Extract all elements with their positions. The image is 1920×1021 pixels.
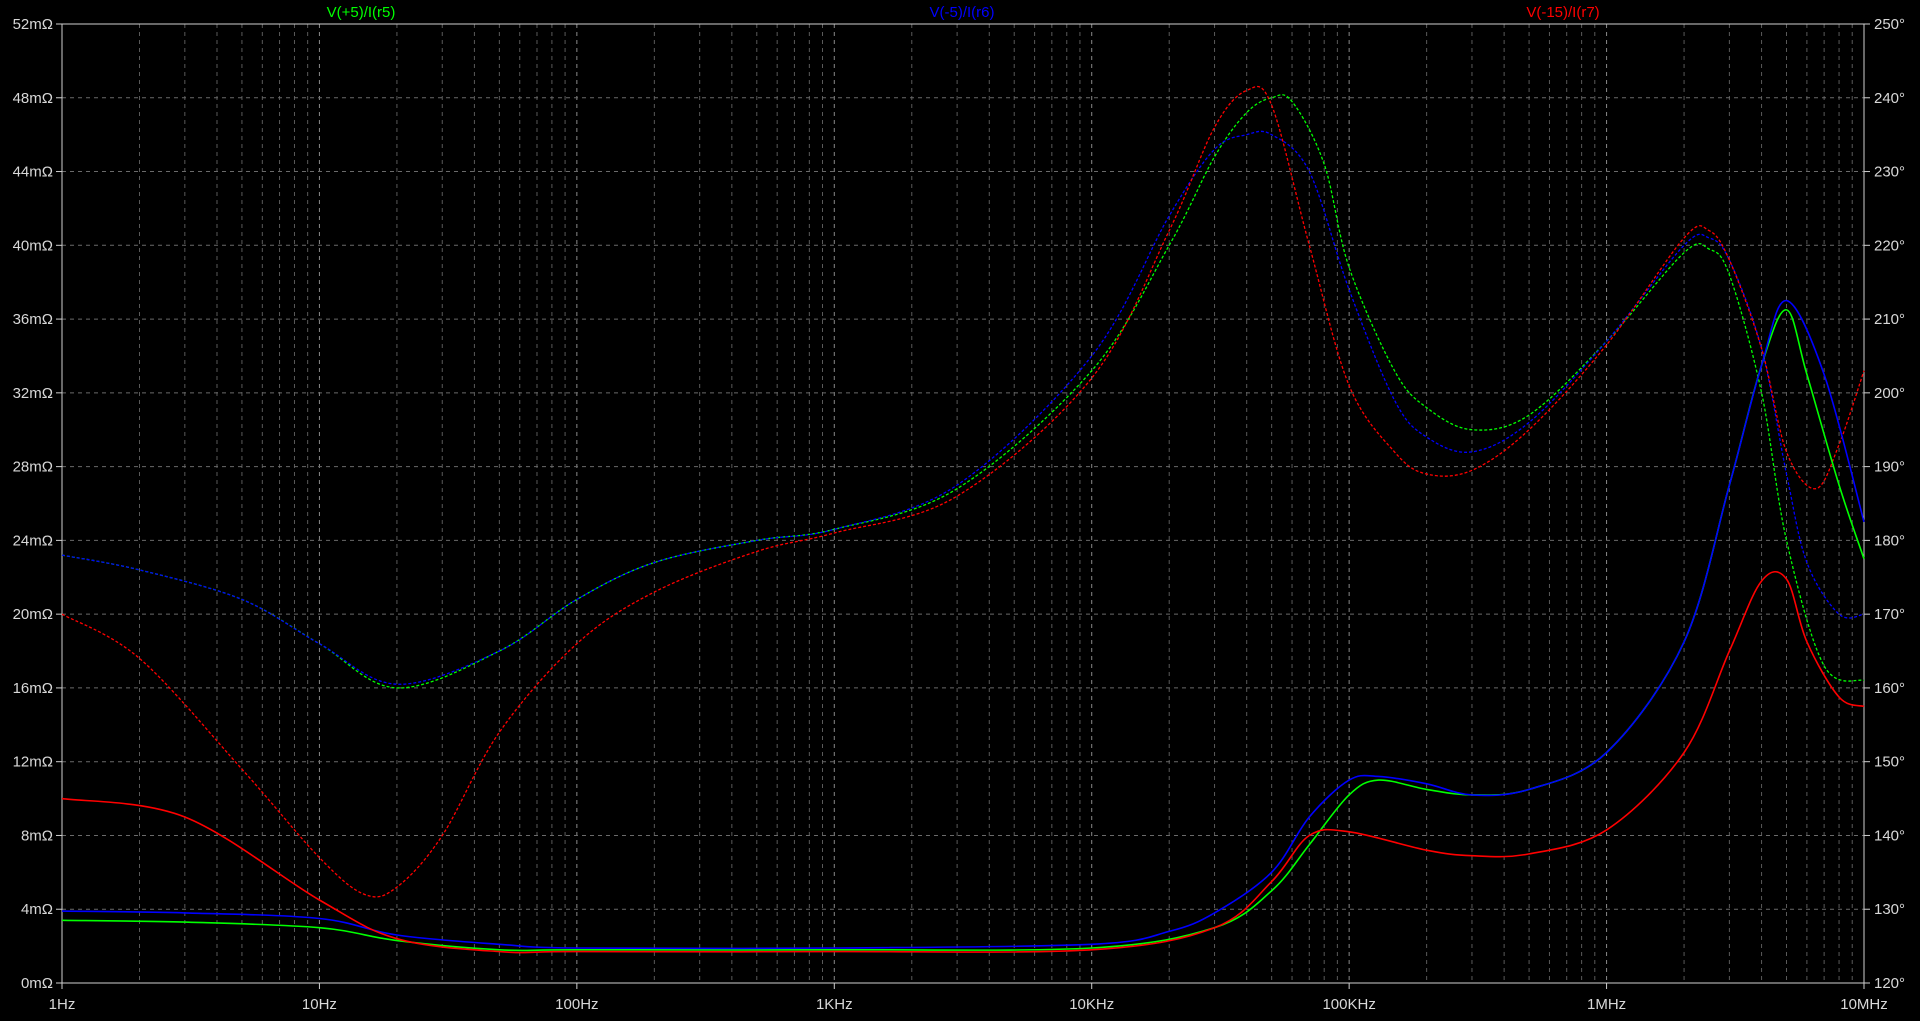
right-tick-label: 130° (1874, 901, 1905, 918)
left-tick-label: 48mΩ (13, 90, 53, 107)
right-tick-label: 240° (1874, 90, 1905, 107)
x-tick-label: 100Hz (555, 996, 598, 1013)
x-tick-label: 100KHz (1322, 996, 1375, 1013)
right-tick-label: 170° (1874, 606, 1905, 623)
left-tick-label: 32mΩ (13, 385, 53, 402)
left-tick-label: 20mΩ (13, 606, 53, 623)
right-tick-label: 180° (1874, 532, 1905, 549)
left-tick-label: 16mΩ (13, 680, 53, 697)
legend-entry-v-plus5: V(+5)/I(r5) (327, 4, 396, 21)
x-tick-label: 1MHz (1587, 996, 1626, 1013)
left-tick-label: 40mΩ (13, 237, 53, 254)
plot-background (0, 0, 1920, 1021)
left-tick-label: 52mΩ (13, 16, 53, 33)
x-tick-label: 1KHz (816, 996, 853, 1013)
right-tick-label: 220° (1874, 237, 1905, 254)
left-tick-label: 28mΩ (13, 459, 53, 476)
legend-entry-v-minus5: V(-5)/I(r6) (930, 4, 995, 21)
x-tick-label: 10MHz (1840, 996, 1888, 1013)
right-tick-label: 160° (1874, 680, 1905, 697)
right-tick-label: 140° (1874, 827, 1905, 844)
right-tick-label: 190° (1874, 459, 1905, 476)
left-tick-label: 8mΩ (21, 827, 53, 844)
x-tick-label: 10Hz (302, 996, 337, 1013)
legend-entry-v-minus15: V(-15)/I(r7) (1526, 4, 1599, 21)
left-tick-label: 4mΩ (21, 901, 53, 918)
right-tick-label: 200° (1874, 385, 1905, 402)
right-tick-label: 250° (1874, 16, 1905, 33)
x-tick-label: 1Hz (49, 996, 76, 1013)
left-tick-label: 12mΩ (13, 754, 53, 771)
right-tick-label: 210° (1874, 311, 1905, 328)
bode-plot: 0mΩ 4mΩ 8mΩ 12mΩ 16mΩ 20mΩ 24mΩ 28mΩ 32mΩ 36mΩ 40m… (0, 0, 1920, 1021)
left-tick-label: 44mΩ (13, 164, 53, 181)
left-tick-label: 36mΩ (13, 311, 53, 328)
right-tick-label: 150° (1874, 754, 1905, 771)
right-tick-label: 120° (1874, 975, 1905, 992)
left-tick-label: 0mΩ (21, 975, 53, 992)
x-tick-label: 10KHz (1069, 996, 1114, 1013)
right-tick-label: 230° (1874, 164, 1905, 181)
left-tick-label: 24mΩ (13, 532, 53, 549)
